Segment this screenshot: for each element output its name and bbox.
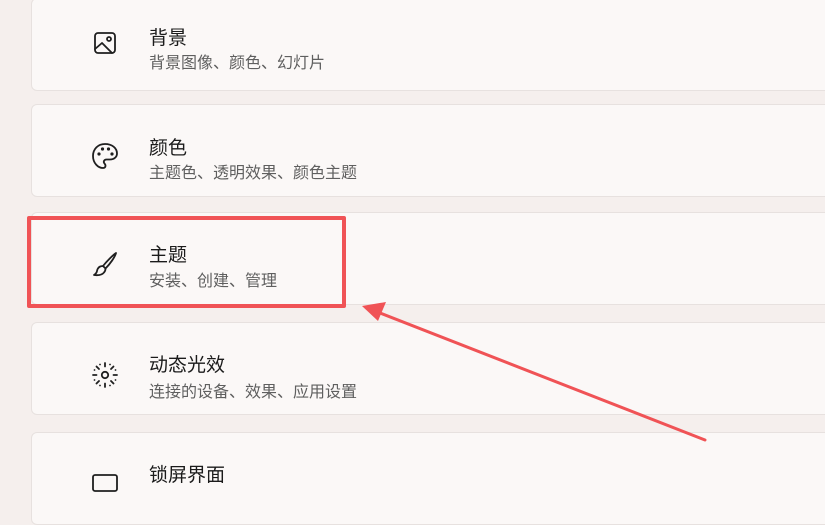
settings-item-dynamic-lighting[interactable]: 动态光效 连接的设备、效果、应用设置 <box>31 322 825 415</box>
settings-item-subtitle: 背景图像、颜色、幻灯片 <box>149 53 326 72</box>
settings-item-title: 颜色 <box>149 137 188 159</box>
dynamic-lighting-icon <box>90 360 120 390</box>
settings-item-lock-screen[interactable]: 锁屏界面 <box>31 432 825 525</box>
settings-item-colors[interactable]: 颜色 主题色、透明效果、颜色主题 <box>31 104 825 197</box>
settings-item-subtitle: 主题色、透明效果、颜色主题 <box>149 163 358 182</box>
annotation-highlight-box <box>27 216 346 308</box>
settings-item-title: 锁屏界面 <box>149 464 226 486</box>
image-icon <box>90 28 120 58</box>
settings-item-subtitle: 连接的设备、效果、应用设置 <box>149 382 358 401</box>
palette-icon <box>90 141 120 171</box>
settings-item-title: 背景 <box>149 27 188 49</box>
settings-item-title: 动态光效 <box>149 354 226 376</box>
personalization-settings-list: 背景 背景图像、颜色、幻灯片 颜色 主题色、透明效果、颜色主题 主题 安装、创建… <box>0 0 825 525</box>
settings-item-background[interactable]: 背景 背景图像、颜色、幻灯片 <box>31 0 825 91</box>
lock-screen-icon <box>90 469 120 499</box>
